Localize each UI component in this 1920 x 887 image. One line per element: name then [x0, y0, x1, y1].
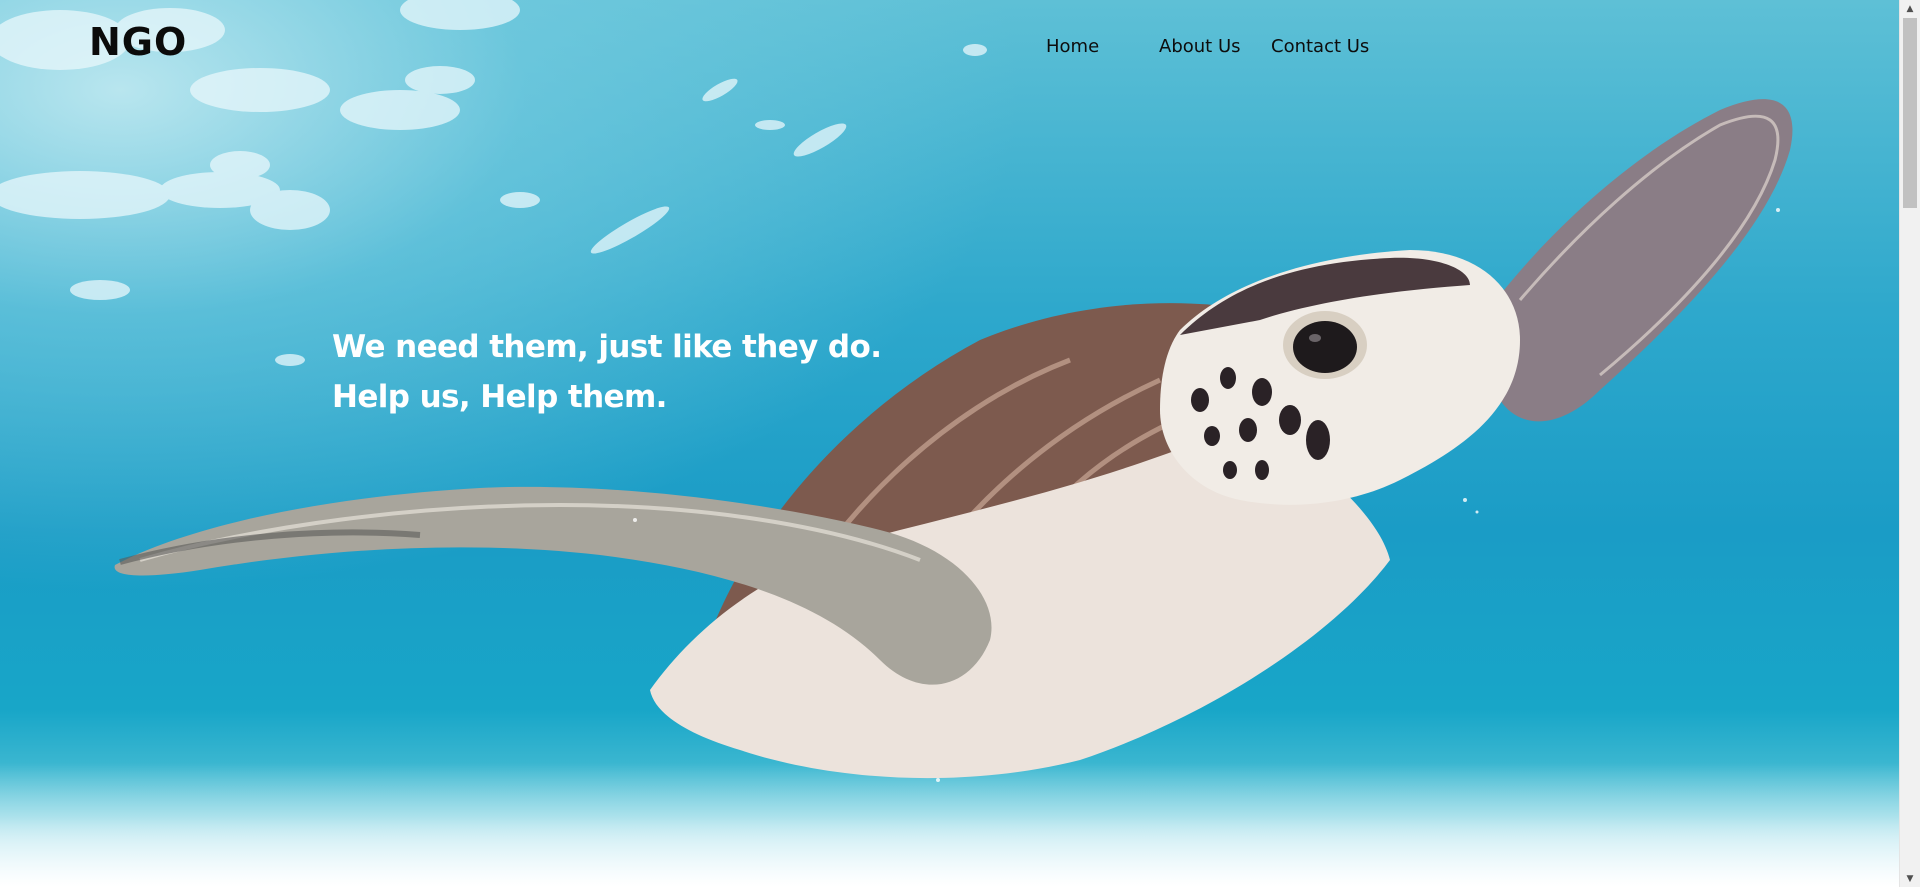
- hero-tagline: We need them, just like they do. Help us…: [332, 322, 882, 422]
- turtle-back-flipper: [1500, 99, 1793, 422]
- page: NGO Home About Us Contact Us We need the…: [0, 0, 1899, 887]
- page-scrollbar[interactable]: ▲ ▼: [1899, 0, 1920, 887]
- hero-tagline-line-2: Help us, Help them.: [332, 379, 667, 415]
- site-logo[interactable]: NGO: [89, 20, 187, 64]
- hero-tagline-line-1: We need them, just like they do.: [332, 329, 882, 365]
- nav-link-home[interactable]: Home: [1046, 36, 1159, 57]
- nav-link-about-us[interactable]: About Us: [1159, 36, 1271, 57]
- scrollbar-thumb[interactable]: [1903, 18, 1917, 208]
- scroll-up-arrow-icon[interactable]: ▲: [1900, 0, 1920, 17]
- nav-link-contact-us[interactable]: Contact Us: [1271, 36, 1369, 57]
- hero-section: NGO Home About Us Contact Us We need the…: [0, 0, 1899, 887]
- main-nav: Home About Us Contact Us: [1046, 36, 1369, 57]
- scroll-down-arrow-icon[interactable]: ▼: [1900, 870, 1920, 887]
- sea-turtle-image: [0, 0, 1793, 782]
